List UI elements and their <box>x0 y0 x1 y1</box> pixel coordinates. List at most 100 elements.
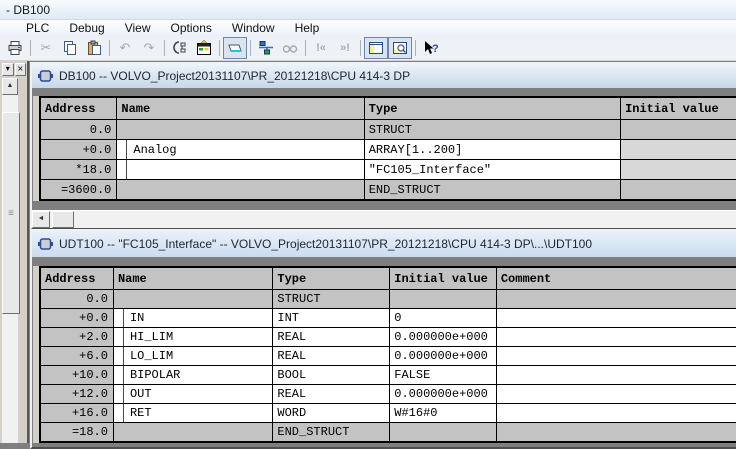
name-cell[interactable]: OUT <box>112 384 274 404</box>
menu-item[interactable]: Window <box>222 20 285 36</box>
initial-cell[interactable] <box>620 159 736 180</box>
menu-item[interactable]: PLC <box>16 20 59 36</box>
comment-cell[interactable] <box>495 327 736 347</box>
address-cell[interactable]: 0.0 <box>39 119 118 140</box>
window-menu-button[interactable]: ▾ <box>2 63 14 76</box>
vertical-scrollbar[interactable]: ▲ ≡ <box>2 78 20 443</box>
network-icon[interactable] <box>254 37 278 59</box>
print-icon[interactable] <box>3 37 27 59</box>
name-cell[interactable]: LO_LIM <box>112 346 274 366</box>
initial-cell[interactable]: W#16#0 <box>389 403 497 423</box>
window-data-view-icon[interactable] <box>388 37 412 59</box>
symbol-display-toggle-icon[interactable] <box>223 37 247 59</box>
indent-marker <box>122 404 124 422</box>
window-declaration-view-icon[interactable] <box>364 37 388 59</box>
jump-prev-icon[interactable]: !« <box>309 37 333 59</box>
menu-item[interactable]: Options <box>161 20 222 36</box>
name-text: BIPOLAR <box>129 368 181 382</box>
type-cell[interactable]: WORD <box>272 403 391 423</box>
type-cell[interactable]: INT <box>272 308 391 328</box>
type-cell[interactable]: ARRAY[1..200] <box>363 139 622 160</box>
name-text: HI_LIM <box>129 330 174 344</box>
download-icon[interactable] <box>168 37 192 59</box>
jump-next-icon[interactable]: »! <box>333 37 357 59</box>
type-cell[interactable]: STRUCT <box>272 289 391 309</box>
name-cell[interactable]: IN <box>112 308 274 328</box>
comment-cell[interactable] <box>495 308 736 328</box>
indent-marker <box>126 160 128 179</box>
type-cell[interactable]: BOOL <box>272 365 391 385</box>
indent-marker <box>122 385 124 403</box>
table-row: +10.0 BIPOLAR BOOL FALSE <box>39 365 736 385</box>
type-cell[interactable]: REAL <box>272 384 391 404</box>
type-cell[interactable]: END_STRUCT <box>272 422 391 443</box>
comment-cell[interactable] <box>495 365 736 385</box>
initial-cell[interactable] <box>389 289 497 309</box>
address-cell[interactable]: +0.0 <box>39 308 114 328</box>
scroll-up-icon[interactable]: ▲ <box>2 78 18 95</box>
paste-icon <box>88 40 101 55</box>
initial-cell[interactable] <box>620 139 736 160</box>
menu-item[interactable]: Help <box>285 20 330 36</box>
scroll-left-icon[interactable]: ◄ <box>32 211 50 228</box>
name-cell[interactable]: BIPOLAR <box>112 365 274 385</box>
comment-cell[interactable] <box>495 422 736 443</box>
comment-cell[interactable] <box>495 346 736 366</box>
udt100-titlebar[interactable]: UDT100 -- "FC105_Interface" -- VOLVO_Pro… <box>32 231 736 257</box>
copy-icon[interactable] <box>58 37 82 59</box>
comment-cell[interactable] <box>495 384 736 404</box>
column-header: Initial value <box>620 96 736 120</box>
close-icon[interactable]: × <box>14 63 26 76</box>
address-cell[interactable]: =3600.0 <box>39 179 118 201</box>
comment-cell[interactable] <box>495 289 736 309</box>
toolbar-separator <box>250 40 251 56</box>
menu-item[interactable]: Debug <box>59 20 114 36</box>
address-cell[interactable]: =18.0 <box>39 422 114 443</box>
address-cell[interactable]: +0.0 <box>39 139 118 160</box>
monitor-table-icon[interactable] <box>192 37 216 59</box>
type-cell[interactable]: REAL <box>272 346 391 366</box>
address-cell[interactable]: +12.0 <box>39 384 114 404</box>
glasses-icon[interactable] <box>278 37 302 59</box>
column-header: Type <box>272 266 391 290</box>
name-cell[interactable]: Analog <box>116 139 365 160</box>
menu-item[interactable]: View <box>115 20 161 36</box>
type-cell[interactable]: REAL <box>272 327 391 347</box>
name-cell[interactable] <box>112 422 274 443</box>
type-cell[interactable]: "FC105_Interface" <box>363 159 622 180</box>
redo-icon[interactable]: ↷ <box>137 37 161 59</box>
help-select-icon[interactable]: ? <box>419 37 443 59</box>
scrollbar-thumb[interactable] <box>52 211 74 228</box>
column-header: Name <box>116 96 365 120</box>
initial-cell[interactable] <box>389 422 497 443</box>
undo-icon[interactable]: ↶ <box>113 37 137 59</box>
horizontal-scrollbar[interactable]: ◄ <box>32 210 736 228</box>
address-cell[interactable]: 0.0 <box>39 289 114 309</box>
address-cell[interactable]: *18.0 <box>39 159 118 180</box>
paste-icon[interactable] <box>82 37 106 59</box>
name-cell[interactable] <box>116 119 365 140</box>
address-cell[interactable]: +10.0 <box>39 365 114 385</box>
initial-cell[interactable]: 0 <box>389 308 497 328</box>
address-cell[interactable]: +6.0 <box>39 346 114 366</box>
address-cell[interactable]: +2.0 <box>39 327 114 347</box>
name-cell[interactable]: RET <box>112 403 274 423</box>
name-cell[interactable] <box>116 179 365 201</box>
name-cell[interactable] <box>116 159 365 180</box>
initial-cell[interactable]: 0.000000e+000 <box>389 327 497 347</box>
initial-cell[interactable]: 0.000000e+000 <box>389 346 497 366</box>
cut-icon[interactable]: ✂ <box>34 37 58 59</box>
address-cell[interactable]: +16.0 <box>39 403 114 423</box>
name-cell[interactable] <box>112 289 274 309</box>
db100-titlebar[interactable]: DB100 -- VOLVO_Project20131107\PR_201212… <box>32 64 736 88</box>
initial-cell[interactable]: 0.000000e+000 <box>389 384 497 404</box>
db100-header-row: Address Name Type Initial value <box>39 96 736 120</box>
initial-cell[interactable] <box>620 119 736 140</box>
scrollbar-thumb[interactable]: ≡ <box>2 112 20 314</box>
type-cell[interactable]: END_STRUCT <box>363 179 622 201</box>
name-cell[interactable]: HI_LIM <box>112 327 274 347</box>
initial-cell[interactable] <box>620 179 736 201</box>
type-cell[interactable]: STRUCT <box>363 119 622 140</box>
comment-cell[interactable] <box>495 403 736 423</box>
initial-cell[interactable]: FALSE <box>389 365 497 385</box>
